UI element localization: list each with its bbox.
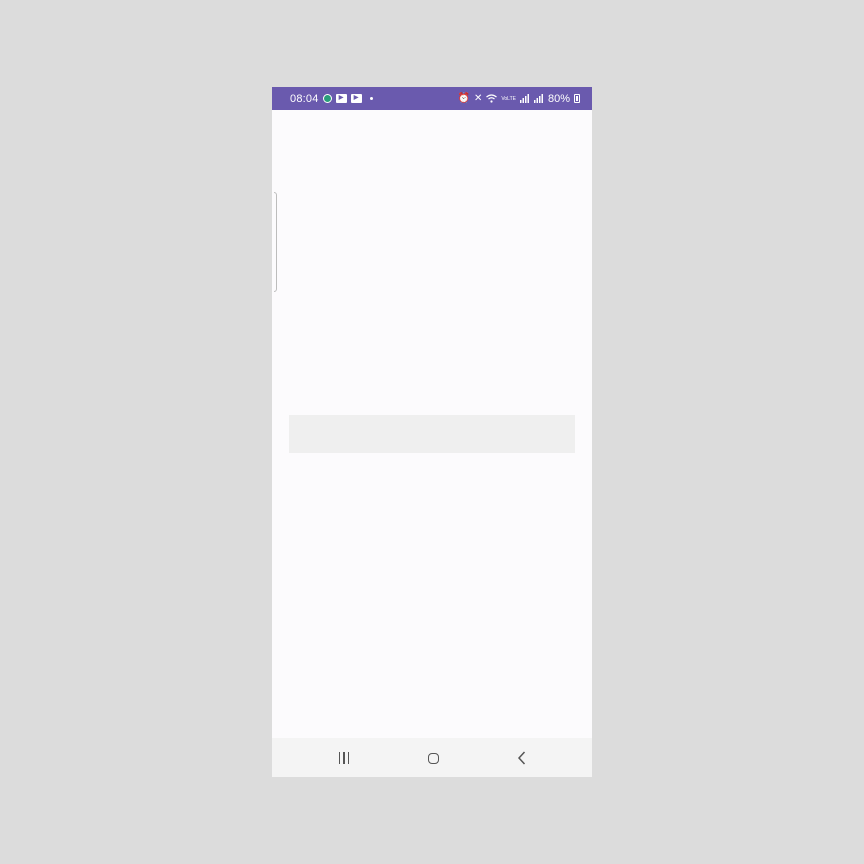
home-button[interactable]: [423, 748, 443, 768]
signal-icon-2: [533, 94, 543, 103]
volte-icon: VoLTE: [501, 95, 516, 102]
back-icon: [517, 751, 526, 765]
edge-panel-handle[interactable]: [274, 192, 277, 292]
status-right: ⏰ ✕ VoLTE 80%: [457, 93, 580, 105]
recent-apps-button[interactable]: [334, 748, 354, 768]
alarm-icon: ⏰: [457, 92, 470, 104]
battery-percentage: 80%: [547, 92, 570, 105]
video-notification-icon-2: ▶: [350, 94, 362, 103]
home-icon: [427, 752, 439, 764]
mute-icon: ✕: [473, 92, 483, 104]
navigation-bar: [272, 738, 592, 777]
status-time: 08:04: [290, 92, 319, 105]
battery-icon: [574, 94, 580, 103]
back-button[interactable]: [512, 748, 532, 768]
phone-screen: 08:04 ▶ ▶ ⏰ ✕ VoLTE 80%: [272, 87, 592, 777]
signal-icon: [519, 94, 529, 103]
more-notifications-dot-icon: [369, 97, 373, 100]
recent-apps-icon: [338, 752, 350, 764]
app-notification-icon: [322, 94, 332, 103]
loading-placeholder: [289, 415, 575, 453]
video-notification-icon: ▶: [335, 94, 347, 103]
status-left: 08:04 ▶ ▶: [290, 93, 373, 105]
status-bar: 08:04 ▶ ▶ ⏰ ✕ VoLTE 80%: [272, 87, 592, 110]
wifi-icon: [486, 94, 498, 103]
